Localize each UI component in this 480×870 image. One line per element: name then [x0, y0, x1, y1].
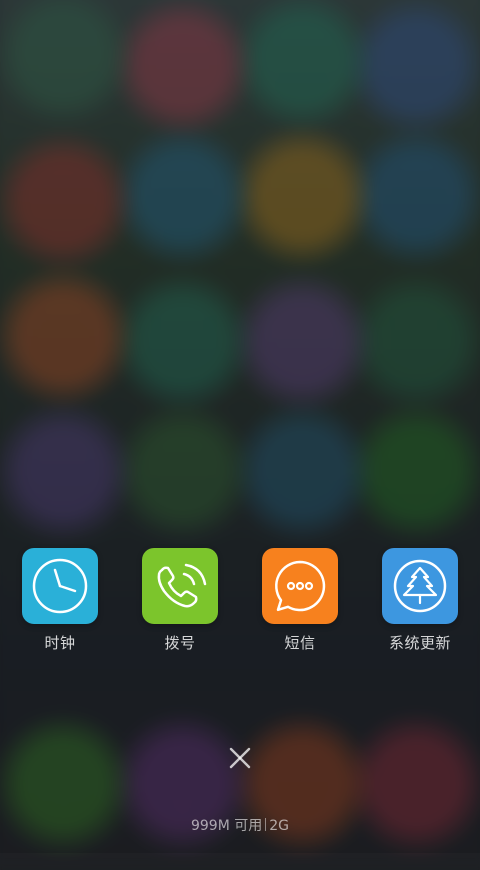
app-label: 短信 — [284, 634, 316, 652]
memory-total: 2G — [269, 818, 290, 834]
phone-icon[interactable] — [142, 548, 218, 624]
app-label: 拨号 — [164, 634, 196, 652]
app-label: 系统更新 — [388, 634, 451, 652]
recents-overlay — [0, 0, 480, 853]
close-icon — [229, 747, 251, 769]
recent-app-clock[interactable]: 时钟 — [0, 548, 120, 658]
recent-apps-row: 时钟 拨号 短信 系统更新 — [0, 548, 480, 658]
clock-icon[interactable] — [22, 548, 98, 624]
recent-app-messages[interactable]: 短信 — [240, 548, 360, 658]
close-all-button[interactable] — [225, 743, 255, 773]
system-update-icon[interactable] — [382, 548, 458, 624]
message-icon[interactable] — [262, 548, 338, 624]
memory-status: 999M 可用 2G — [0, 815, 480, 835]
recent-app-system-update[interactable]: 系统更新 — [360, 548, 480, 658]
recent-app-dialer[interactable]: 拨号 — [120, 548, 240, 658]
divider — [265, 818, 267, 831]
app-label: 时钟 — [44, 634, 76, 652]
memory-available: 999M 可用 — [190, 818, 263, 834]
